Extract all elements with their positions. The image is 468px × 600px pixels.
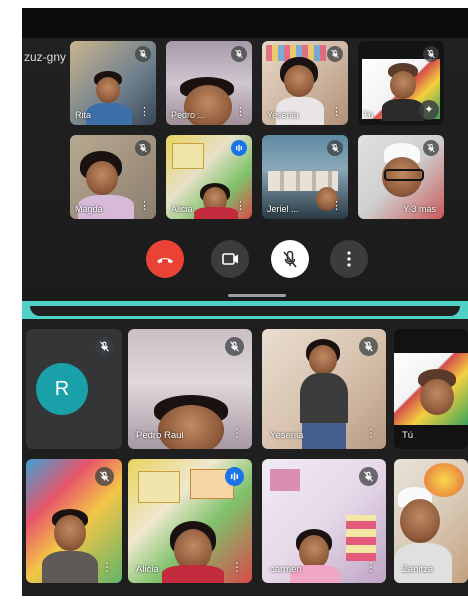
participant-name: Alicia <box>136 564 159 575</box>
participant-tile-self-large[interactable]: Tú <box>394 329 468 449</box>
participant-tile-yesenia[interactable]: Yesenia ⋮ <box>262 41 348 125</box>
more-vert-icon[interactable]: ⋮ <box>365 561 377 573</box>
mic-off-icon <box>231 46 247 62</box>
more-vert-icon[interactable]: ⋮ <box>365 427 377 439</box>
participant-tile-student[interactable]: ⋮ <box>26 459 122 583</box>
more-vert-icon[interactable]: ⋮ <box>235 107 246 118</box>
speaking-indicator-icon <box>225 467 244 486</box>
mic-toggle-button[interactable] <box>271 240 309 278</box>
participant-tile-pedro-raul[interactable]: Pedro Raul ⋮ <box>128 329 252 449</box>
more-vert-icon[interactable]: ⋮ <box>139 201 150 212</box>
divider-cap <box>30 306 460 316</box>
more-options-button[interactable] <box>330 240 368 278</box>
participant-name: Yesenia <box>267 110 299 120</box>
more-vert-icon[interactable]: ⋮ <box>331 107 342 118</box>
phone-screen: zuz-gny ▶ Rita ⋮ Pedro ... ⋮ Yesenia ⋮ <box>22 8 468 596</box>
mic-off-icon <box>225 337 244 356</box>
participant-name: carmen <box>270 564 302 575</box>
mic-off-icon <box>423 46 439 62</box>
participant-tile-magda[interactable]: Magda ⋮ <box>70 135 156 219</box>
participant-tile-alicia-large[interactable]: Alicia ⋮ <box>128 459 252 583</box>
camera-button[interactable] <box>211 240 249 278</box>
mic-off-icon <box>95 467 114 486</box>
participant-name: Zanitza <box>402 564 434 575</box>
drag-handle[interactable] <box>228 294 286 297</box>
participant-name: Pedro ... <box>171 110 206 120</box>
participant-tile-overflow[interactable]: Y 3 más <box>358 135 444 219</box>
participant-tile-alicia[interactable]: Alicia ⋮ <box>166 135 252 219</box>
more-vert-icon[interactable]: ⋮ <box>235 201 246 212</box>
more-vert-icon[interactable]: ⋮ <box>231 561 243 573</box>
participant-tile-jeriel[interactable]: Jeriel ... ⋮ <box>262 135 348 219</box>
meet-top-panel: zuz-gny ▶ Rita ⋮ Pedro ... ⋮ Yesenia ⋮ <box>22 8 468 300</box>
more-vert-icon[interactable]: ⋮ <box>101 561 113 573</box>
participant-tile-yesenia-large[interactable]: Yesenia ⋮ <box>262 329 386 449</box>
more-vert-icon[interactable]: ⋮ <box>231 427 243 439</box>
avatar: R <box>36 363 88 415</box>
participant-tile-zanitza[interactable]: Zanitza <box>394 459 468 583</box>
mic-off-icon <box>359 337 378 356</box>
meeting-code[interactable]: zuz-gny <box>24 50 66 64</box>
meet-bottom-panel: R Pedro Raul ⋮ Yesenia ⋮ Tú ⋮ Alicia ⋮ c… <box>22 319 468 596</box>
mic-off-icon <box>135 140 151 156</box>
participant-tile-self[interactable]: Tú ✦ <box>358 41 444 125</box>
status-bar <box>22 8 468 38</box>
more-vert-icon[interactable]: ⋮ <box>139 107 150 118</box>
participant-name: Alicia <box>171 204 193 214</box>
more-vert-icon[interactable]: ⋮ <box>331 201 342 212</box>
mic-off-icon <box>327 46 343 62</box>
participant-name: Yesenia <box>270 430 304 441</box>
mic-off-icon <box>327 140 343 156</box>
effects-sparkle-icon[interactable]: ✦ <box>419 100 439 120</box>
participant-tile-r[interactable]: R <box>26 329 122 449</box>
end-call-button[interactable] <box>146 240 184 278</box>
participant-tile-carmen[interactable]: carmen ⋮ <box>262 459 386 583</box>
participant-name: Jeriel ... <box>267 204 299 214</box>
participant-name: Rita <box>75 110 92 120</box>
participant-name: Tú <box>402 430 414 441</box>
participant-name: Pedro Raul <box>136 430 184 441</box>
participant-tile-rita[interactable]: Rita ⋮ <box>70 41 156 125</box>
mic-off-icon <box>95 337 114 356</box>
mic-off-icon <box>135 46 151 62</box>
mic-off-icon <box>359 467 378 486</box>
more-participants-label: Y 3 más <box>403 204 436 214</box>
participant-tile-pedro[interactable]: Pedro ... ⋮ <box>166 41 252 125</box>
participant-name: Magda <box>75 204 103 214</box>
mic-off-icon <box>423 140 439 156</box>
speaking-indicator-icon <box>231 140 247 156</box>
participant-name: Tú <box>363 110 374 120</box>
